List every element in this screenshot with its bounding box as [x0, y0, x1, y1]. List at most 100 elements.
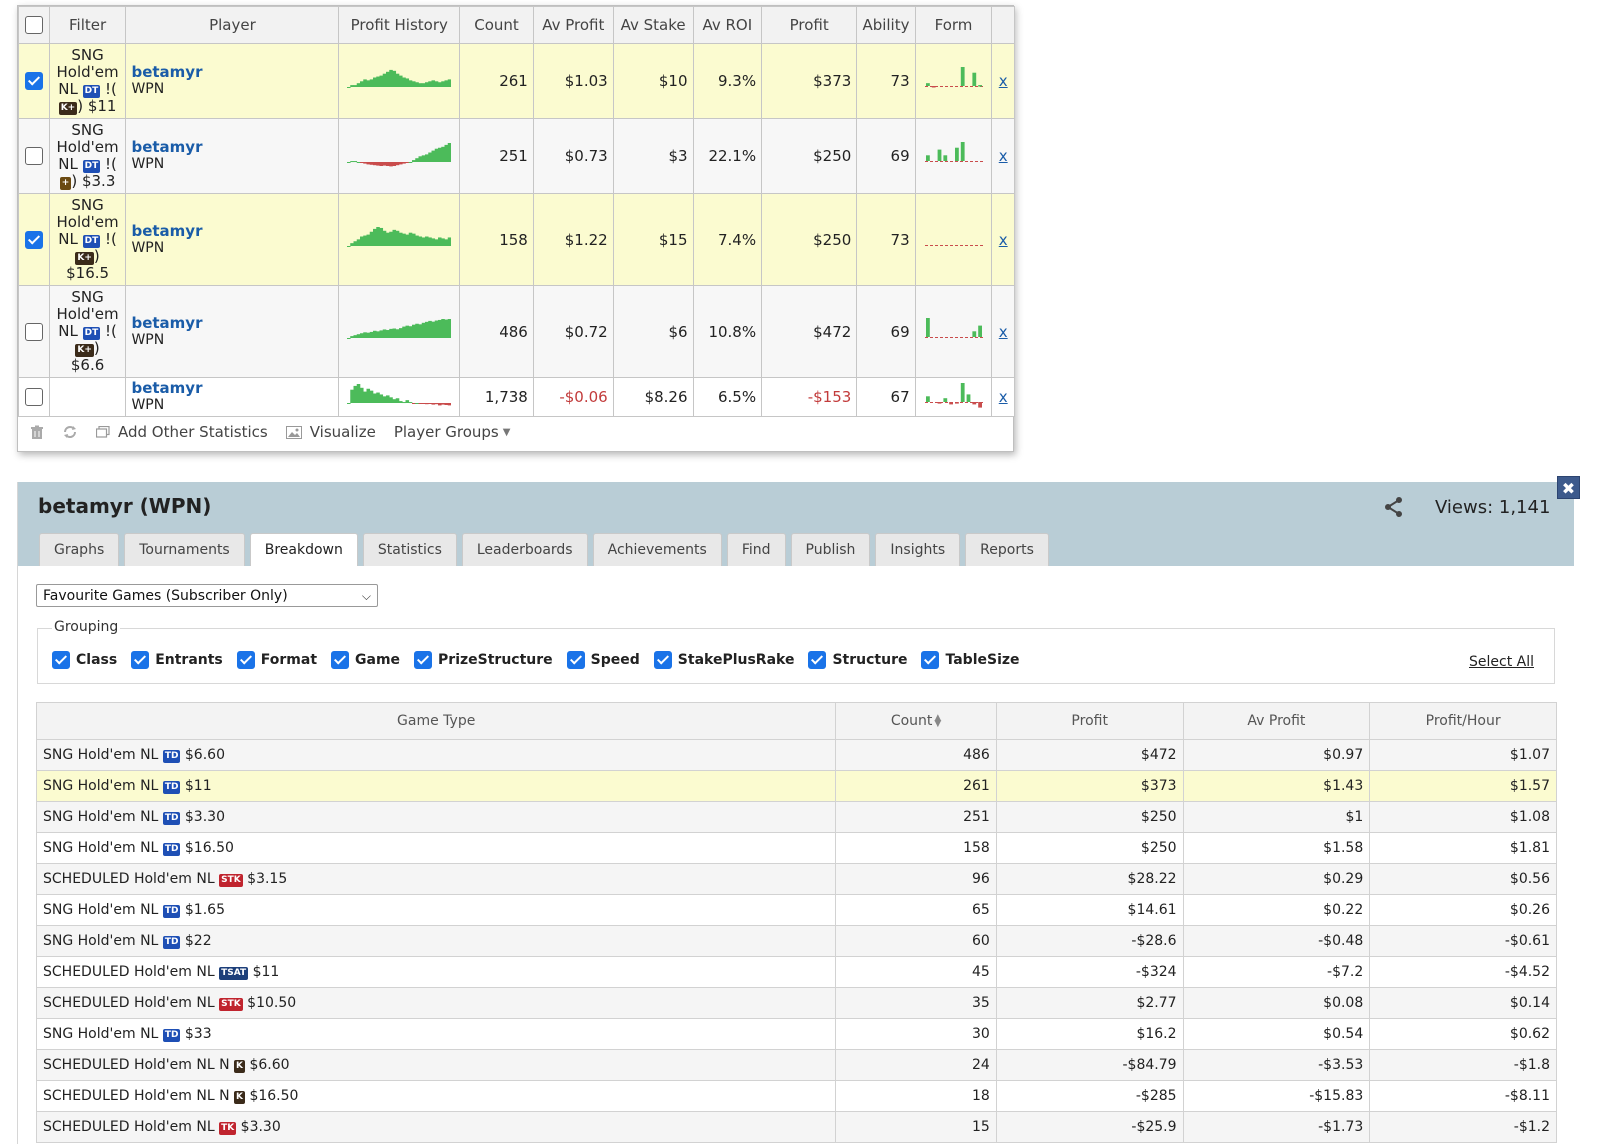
breakdown-row[interactable]: SNG Hold'em NL TD $33 30 $16.2 $0.54 $0.62: [35, 1018, 1557, 1050]
player-name-link[interactable]: betamyr: [131, 314, 333, 332]
delete-tool[interactable]: [30, 425, 44, 440]
trash-icon[interactable]: [30, 425, 44, 440]
col-count-sorted[interactable]: Count ▲ ▼: [835, 702, 997, 740]
row-select-cell[interactable]: [18, 43, 50, 119]
comparison-row[interactable]: SNG Hold'em NL DT !(+) $3.3 betamyr WPN 251 $0…: [18, 118, 1015, 194]
grouping-option-structure[interactable]: Structure: [808, 651, 907, 669]
row-checkbox[interactable]: [24, 230, 43, 249]
breakdown-row[interactable]: SNG Hold'em NL TD $3.30 251 $250 $1 $1.08: [35, 801, 1557, 833]
grouping-checkbox[interactable]: [52, 651, 70, 669]
breakdown-row[interactable]: SCHEDULED Hold'em NL STK $10.50 35 $2.77 $0…: [35, 987, 1557, 1019]
col-player[interactable]: Player: [125, 6, 340, 44]
row-select-cell[interactable]: [18, 118, 50, 194]
close-icon[interactable]: ✖: [1557, 476, 1580, 499]
refresh-icon[interactable]: [62, 424, 78, 440]
form-cell[interactable]: [914, 377, 993, 417]
tab-leaderboards[interactable]: Leaderboards: [461, 533, 588, 566]
player-cell[interactable]: betamyr WPN: [125, 193, 340, 286]
add-stats-label[interactable]: Add Other Statistics: [118, 423, 268, 441]
col-bd-av-profit[interactable]: Av Profit: [1182, 702, 1371, 740]
grouping-checkbox[interactable]: [653, 651, 672, 669]
col-av-profit[interactable]: Av Profit: [532, 6, 614, 44]
tab-reports[interactable]: Reports: [965, 533, 1049, 566]
remove-row-link[interactable]: x: [991, 193, 1015, 286]
row-checkbox[interactable]: [24, 72, 43, 91]
filter-cell[interactable]: SNG Hold'em NL DT !(+) $3.3: [48, 118, 127, 194]
grouping-checkbox[interactable]: [236, 651, 255, 669]
form-cell[interactable]: [914, 193, 993, 286]
select-all-link[interactable]: Select All: [1469, 654, 1534, 670]
breakdown-row[interactable]: SNG Hold'em NL TD $11 261 $373 $1.43 $1.57: [35, 770, 1557, 802]
filter-cell[interactable]: [48, 377, 127, 417]
row-checkbox[interactable]: [24, 322, 43, 341]
row-select-cell[interactable]: [18, 285, 50, 378]
comparison-row[interactable]: SNG Hold'em NL DT !(K+) $6.6 betamyr WPN 486 $0…: [18, 285, 1015, 378]
grouping-option-format[interactable]: Format: [236, 651, 317, 669]
tab-insights[interactable]: Insights: [875, 533, 961, 566]
breakdown-row[interactable]: SNG Hold'em NL TD $1.65 65 $14.61 $0.22 $0.2…: [35, 894, 1557, 926]
profit-history-cell[interactable]: [338, 193, 461, 286]
profit-history-cell[interactable]: [338, 43, 461, 119]
col-av-roi[interactable]: Av ROI: [692, 6, 763, 44]
remove-row-link[interactable]: x: [991, 118, 1015, 194]
col-bd-profit[interactable]: Profit: [995, 702, 1184, 740]
grouping-checkbox[interactable]: [414, 651, 433, 669]
grouping-option-entrants[interactable]: Entrants: [131, 651, 223, 669]
tab-breakdown[interactable]: Breakdown: [249, 533, 358, 567]
grouping-option-class[interactable]: Class: [52, 651, 117, 669]
breakdown-row[interactable]: SNG Hold'em NL TD $6.60 486 $472 $0.97 $1.07: [35, 739, 1557, 771]
player-name-link[interactable]: betamyr: [131, 380, 333, 397]
grouping-option-prizestructure[interactable]: PrizeStructure: [414, 651, 553, 669]
col-profit-hour[interactable]: Profit/Hour: [1369, 702, 1557, 740]
favourite-games-select[interactable]: Favourite Games (Subscriber Only) ⌵: [36, 584, 378, 607]
filter-cell[interactable]: SNG Hold'em NL DT !(K+) $6.6: [48, 285, 127, 378]
col-profit-history[interactable]: Profit History: [338, 6, 461, 44]
col-form[interactable]: Form: [914, 6, 993, 44]
breakdown-row[interactable]: SNG Hold'em NL TD $22 60 -$28.6 -$0.48 -$0.6…: [35, 925, 1557, 957]
tab-publish[interactable]: Publish: [790, 533, 871, 566]
tab-statistics[interactable]: Statistics: [362, 533, 457, 566]
breakdown-row[interactable]: SCHEDULED Hold'em NL TK $3.30 15 -$25.9 -$1…: [35, 1111, 1557, 1143]
player-groups-dropdown[interactable]: Player Groups ▼: [394, 423, 511, 441]
grouping-checkbox[interactable]: [566, 651, 585, 669]
profit-history-cell[interactable]: [338, 285, 461, 378]
tab-graphs[interactable]: Graphs: [39, 533, 120, 566]
remove-row-link[interactable]: x: [991, 377, 1015, 417]
breakdown-row[interactable]: SCHEDULED Hold'em NL TSAT $11 45 -$324 -$7.…: [35, 956, 1557, 988]
player-groups-label[interactable]: Player Groups: [394, 423, 499, 441]
player-name-link[interactable]: betamyr: [131, 64, 333, 81]
row-checkbox[interactable]: [24, 388, 43, 407]
remove-row-link[interactable]: x: [991, 285, 1015, 378]
col-count[interactable]: Count: [459, 6, 534, 44]
form-cell[interactable]: [914, 43, 993, 119]
tab-achievements[interactable]: Achievements: [592, 533, 722, 566]
tab-find[interactable]: Find: [726, 533, 786, 566]
grouping-checkbox[interactable]: [921, 651, 940, 669]
breakdown-row[interactable]: SCHEDULED Hold'em NL N K $16.50 18 -$285 -$…: [35, 1080, 1557, 1112]
player-cell[interactable]: betamyr WPN: [125, 118, 340, 194]
breakdown-row[interactable]: SNG Hold'em NL TD $16.50 158 $250 $1.58 $1.8…: [35, 832, 1557, 864]
grouping-checkbox[interactable]: [331, 651, 350, 669]
visualize-tool[interactable]: Visualize: [285, 423, 376, 441]
player-cell[interactable]: betamyr WPN: [125, 377, 340, 417]
share-icon[interactable]: [1383, 496, 1405, 518]
grouping-option-tablesize[interactable]: TableSize: [921, 651, 1020, 669]
refresh-tool[interactable]: [62, 424, 78, 440]
select-all-cell[interactable]: [18, 6, 50, 44]
profit-history-cell[interactable]: [338, 118, 461, 194]
col-game-type[interactable]: Game Type: [35, 702, 837, 740]
col-ability[interactable]: Ability: [856, 6, 916, 44]
grouping-option-game[interactable]: Game: [331, 651, 400, 669]
comparison-row[interactable]: SNG Hold'em NL DT !(K+) $11 betamyr WPN 261 $1…: [18, 43, 1015, 119]
col-profit[interactable]: Profit: [761, 6, 858, 44]
form-cell[interactable]: [914, 285, 993, 378]
player-cell[interactable]: betamyr WPN: [125, 43, 340, 119]
player-name-link[interactable]: betamyr: [131, 222, 333, 240]
breakdown-row[interactable]: SCHEDULED Hold'em NL N K $6.60 24 -$84.79-…: [35, 1049, 1557, 1081]
add-stats-tool[interactable]: Add Other Statistics: [96, 423, 268, 441]
player-name-link[interactable]: betamyr: [131, 139, 333, 156]
grouping-option-stakeplusrake[interactable]: StakePlusRake: [653, 651, 794, 669]
select-all-checkbox[interactable]: [24, 16, 43, 35]
col-filter[interactable]: Filter: [48, 6, 127, 44]
comparison-row[interactable]: betamyr WPN 1,738 -$0.06 $8.26 6.5% -$153 67 x: [18, 377, 1015, 417]
